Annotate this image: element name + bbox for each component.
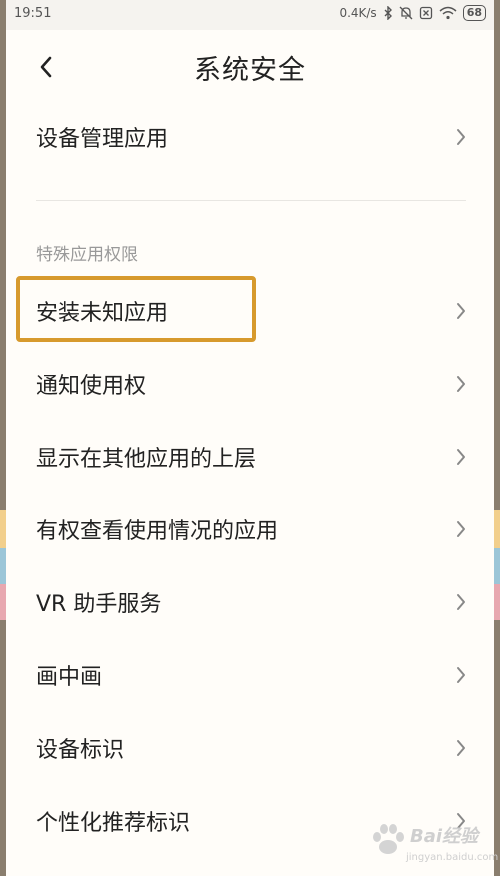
battery-indicator: 68 <box>462 5 486 21</box>
settings-row-vr-helper[interactable]: VR 助手服务 <box>6 566 494 638</box>
settings-row-device-identifier[interactable]: 设备标识 <box>6 712 494 784</box>
settings-row-picture-in-picture[interactable]: 画中画 <box>6 639 494 711</box>
chevron-right-icon <box>457 667 465 683</box>
row-label: 有权查看使用情况的应用 <box>36 519 279 544</box>
row-label: 安装未知应用 <box>36 301 169 326</box>
row-label: 设备标识 <box>36 738 125 763</box>
frame-strip-right-pink <box>494 584 500 620</box>
chevron-right-icon <box>457 129 465 145</box>
title-bar: 系统安全 <box>6 30 494 102</box>
chevron-right-icon <box>457 740 465 756</box>
settings-row-usage-access[interactable]: 有权查看使用情况的应用 <box>6 493 494 565</box>
chevron-right-icon <box>457 521 465 537</box>
sim-disabled-icon <box>419 6 433 20</box>
divider <box>36 200 466 201</box>
paw-logo-icon <box>373 824 404 854</box>
network-speed: 0.4K/s <box>339 6 377 20</box>
chevron-right-icon <box>457 449 465 465</box>
settings-row-install-unknown-apps[interactable]: 安装未知应用 <box>6 275 494 347</box>
baidu-jingyan-watermark: Bai经验 jingyan.baidu.com <box>366 818 498 870</box>
row-label: VR 助手服务 <box>36 592 162 617</box>
settings-row-device-admin[interactable]: 设备管理应用 <box>6 101 494 173</box>
row-label: 个性化推荐标识 <box>36 811 191 836</box>
frame-strip-right-blue <box>494 548 500 584</box>
wifi-icon <box>439 6 457 20</box>
bluetooth-icon <box>383 6 393 20</box>
mute-bell-icon <box>399 6 413 20</box>
frame-strip-right-yellow <box>494 510 500 548</box>
status-time: 19:51 <box>14 6 52 21</box>
status-bar: 19:51 0.4K/s 68 <box>6 0 494 30</box>
row-label: 通知使用权 <box>36 374 147 399</box>
row-label: 画中画 <box>36 665 103 690</box>
chevron-right-icon <box>457 376 465 392</box>
row-label: 显示在其他应用的上层 <box>36 447 257 472</box>
chevron-right-icon <box>457 594 465 610</box>
watermark-url: jingyan.baidu.com <box>406 852 499 863</box>
chevron-right-icon <box>457 303 465 319</box>
phone-screen: 19:51 0.4K/s 68 系统安全 设备管理应用 特殊应用权限 安装未知应… <box>6 0 498 876</box>
watermark-brand: Bai经验 <box>410 826 479 847</box>
settings-row-notification-access[interactable]: 通知使用权 <box>6 348 494 420</box>
row-label: 设备管理应用 <box>36 127 169 152</box>
page-title: 系统安全 <box>194 55 306 86</box>
section-header: 特殊应用权限 <box>36 245 138 265</box>
settings-row-display-over-apps[interactable]: 显示在其他应用的上层 <box>6 421 494 493</box>
status-icons: 0.4K/s 68 <box>339 5 486 21</box>
